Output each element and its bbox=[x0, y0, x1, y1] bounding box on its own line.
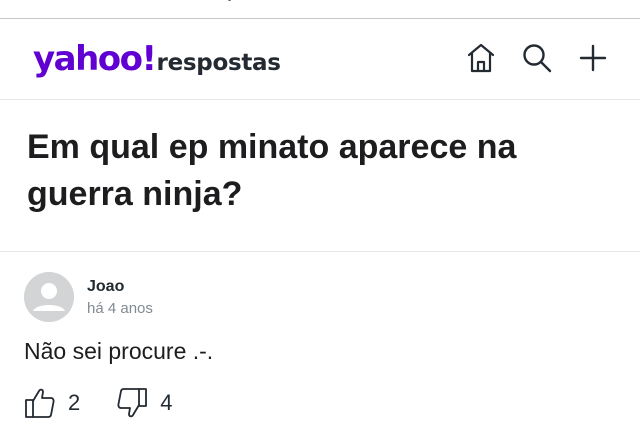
top-strip bbox=[0, 0, 640, 19]
answer-author-row: Joao há 4 anos bbox=[24, 272, 614, 322]
vote-bar: 2 4 bbox=[24, 386, 614, 420]
answer-card: Joao há 4 anos Não sei procure .-. 2 4 bbox=[24, 272, 614, 420]
like-count: 2 bbox=[68, 390, 81, 415]
avatar[interactable] bbox=[24, 272, 74, 322]
top-strip-mark bbox=[228, 0, 231, 1]
home-icon bbox=[467, 43, 495, 73]
search-button[interactable] bbox=[520, 41, 554, 75]
author-info: Joao há 4 anos bbox=[87, 272, 153, 320]
thumbs-up-button[interactable]: 2 bbox=[24, 386, 80, 420]
add-question-button[interactable] bbox=[576, 41, 610, 75]
question-title: Em qual ep minato aparece na guerra ninj… bbox=[27, 128, 517, 213]
answer-text: Não sei procure .-. bbox=[24, 338, 214, 364]
thumbs-down-icon bbox=[117, 388, 148, 418]
plus-icon bbox=[579, 44, 607, 72]
page: yahoo! respostas Em qual ep minato apare… bbox=[0, 0, 640, 448]
logo-product-text: respostas bbox=[156, 50, 281, 76]
thumbs-up-icon bbox=[25, 388, 55, 418]
author-name[interactable]: Joao bbox=[87, 277, 153, 297]
header-actions bbox=[464, 41, 610, 75]
site-header: yahoo! respostas bbox=[0, 19, 640, 100]
answer-timestamp: há 4 anos bbox=[87, 300, 153, 317]
content-divider bbox=[0, 251, 640, 252]
yahoo-respostas-logo[interactable]: yahoo! respostas bbox=[33, 39, 281, 79]
thumbs-down-button[interactable]: 4 bbox=[116, 386, 173, 420]
home-button[interactable] bbox=[464, 41, 498, 75]
search-icon bbox=[523, 44, 552, 73]
dislike-count: 4 bbox=[160, 390, 173, 415]
logo-yahoo-text: yahoo! bbox=[33, 39, 157, 79]
default-user-icon bbox=[24, 272, 74, 322]
